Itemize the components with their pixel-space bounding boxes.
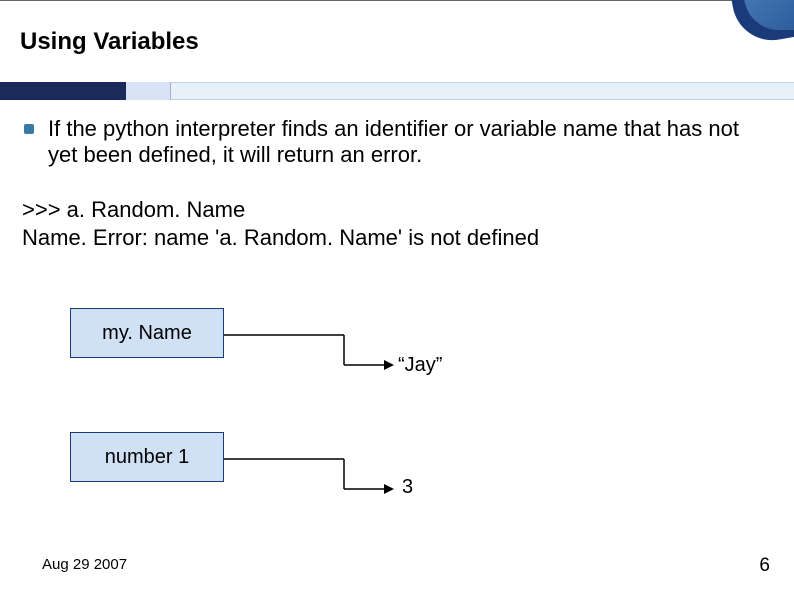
bullet-icon: [24, 124, 34, 134]
value-3: 3: [402, 476, 413, 499]
slide-title: Using Variables: [20, 28, 199, 56]
code-example: >>> a. Random. Name Name. Error: name 'a…: [22, 196, 539, 251]
page-number: 6: [759, 555, 770, 577]
bullet-item: If the python interpreter finds an ident…: [24, 116, 764, 169]
footer-date: Aug 29 2007: [42, 556, 127, 573]
variable-box-label: my. Name: [102, 322, 192, 345]
divider-light-segment: [126, 82, 171, 100]
divider-band: [0, 82, 794, 100]
divider-rest-segment: [171, 82, 794, 100]
bullet-text: If the python interpreter finds an ident…: [48, 116, 764, 169]
code-line-2: Name. Error: name 'a. Random. Name' is n…: [22, 224, 539, 252]
arrow-icon: [224, 330, 394, 375]
variable-box-number1: number 1: [70, 432, 224, 482]
code-line-1: >>> a. Random. Name: [22, 196, 539, 224]
divider-dark-segment: [0, 82, 126, 100]
variable-box-label: number 1: [105, 446, 190, 469]
top-border-line: [0, 0, 794, 1]
variable-box-myname: my. Name: [70, 308, 224, 358]
arrow-icon: [224, 454, 394, 499]
value-jay: “Jay”: [398, 354, 442, 377]
corner-decoration: [734, 0, 794, 40]
